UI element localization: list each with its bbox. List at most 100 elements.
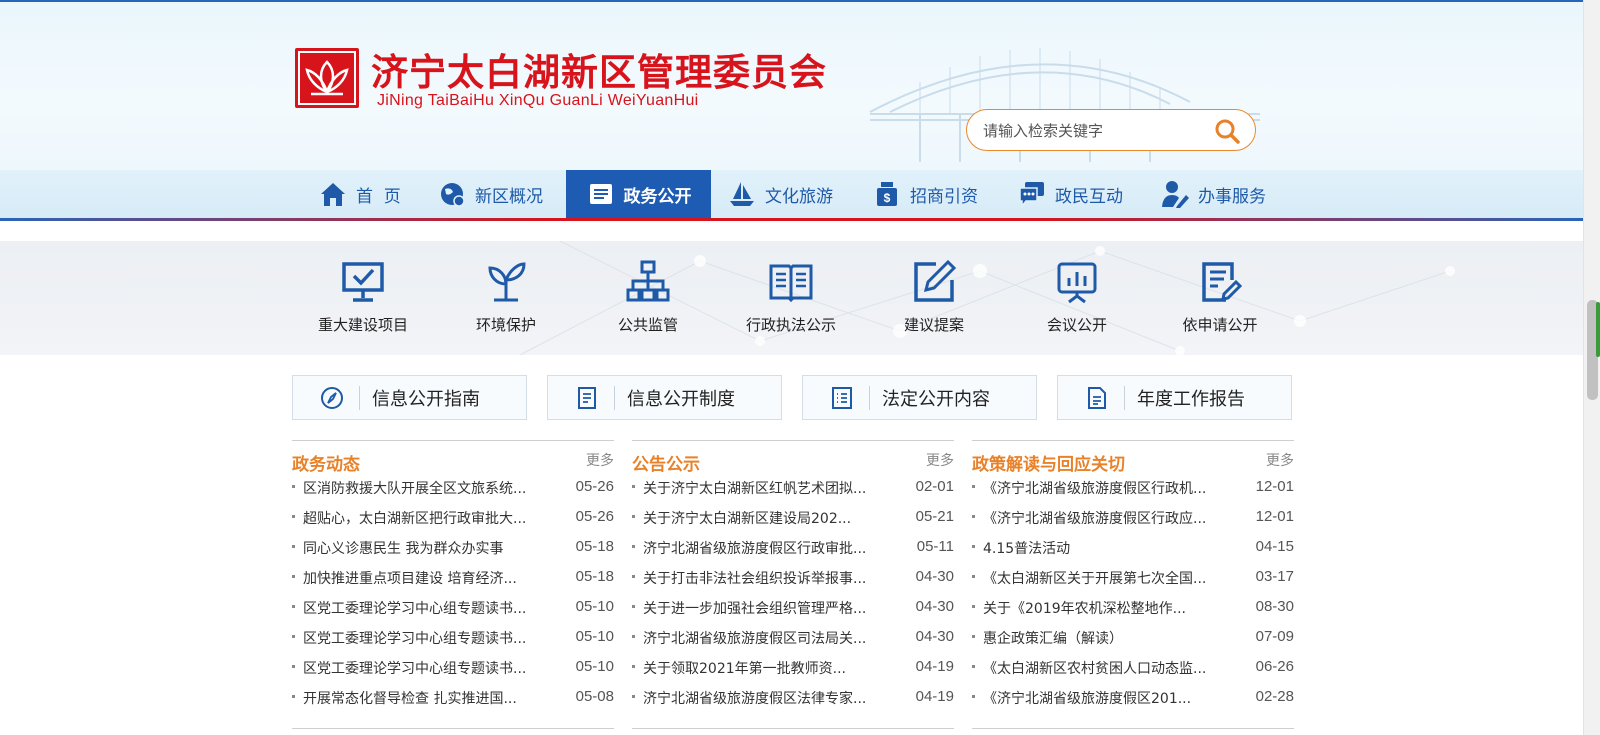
bridge-illustration [869,48,1260,162]
nav-divider [0,218,1583,221]
column-footer-line [292,728,614,729]
list-item[interactable]: 《济宁北湖省级旅游度假区201... 02-28 [972,682,1294,712]
guide-info-disclosure-guide[interactable]: 信息公开指南 [292,375,527,420]
more-link[interactable]: 更多 [926,450,954,470]
presentation-icon [1057,262,1097,304]
list-item[interactable]: 区消防救援大队开展全区文旅系统... 05-26 [292,472,614,502]
list-item[interactable]: 同心义诊惠民生 我为群众办实事 05-18 [292,532,614,562]
band-item-supervision[interactable]: 公共监管 [583,258,713,335]
list-item[interactable]: 《太白湖新区农村贫困人口动态监... 06-26 [972,652,1294,682]
list-item[interactable]: 关于领取2021年第一批教师资... 04-19 [632,652,954,682]
compass-icon [321,386,343,409]
band-item-label: 环境保护 [475,316,536,334]
list-item[interactable]: 关于济宁太白湖新区建设局202... 05-21 [632,502,954,532]
scroll-indicator [1596,302,1600,357]
nav-item-label: 政务公开 [623,186,692,207]
column-header: 公告公示 更多 [632,440,954,475]
list-item[interactable]: 区党工委理论学习中心组专题读书... 05-10 [292,652,614,682]
more-link[interactable]: 更多 [586,450,614,470]
list-item[interactable]: 超贴心，太白湖新区把行政审批大... 05-26 [292,502,614,532]
nav-item-overview[interactable]: 新区概况 [437,170,562,218]
list-icon [832,386,852,409]
news-list: 《济宁北湖省级旅游度假区行政机... 12-01 《济宁北湖省级旅游度假区行政应.… [972,472,1294,712]
news-list: 区消防救援大队开展全区文旅系统... 05-26 超贴心，太白湖新区把行政审批大.… [292,472,614,712]
nav-item-label: 招商引资 [910,186,978,207]
money-bag-icon: $ [877,182,897,206]
nav-item-label: 政民互动 [1055,186,1123,207]
band-item-law-enforcement[interactable]: 行政执法公示 [726,258,856,335]
svg-text:$: $ [884,191,891,205]
band-item-environment[interactable]: 环境保护 [441,258,571,335]
search-box [966,109,1256,151]
guide-statutory-content[interactable]: 法定公开内容 [802,375,1037,420]
guide-label: 信息公开指南 [372,388,480,410]
document-edit-icon [1202,262,1243,302]
document-icon [578,386,596,409]
nav-item-home[interactable]: 首 页 [318,170,418,218]
list-item[interactable]: 关于济宁太白湖新区红帆艺术团拟... 02-01 [632,472,954,502]
news-column-announcements: 公告公示 更多 关于济宁太白湖新区红帆艺术团拟... 02-01 关于济宁太白湖新… [632,440,954,712]
site-title: 济宁太白湖新区管理委员会 [371,51,827,94]
monitor-check-icon [342,262,384,302]
guide-info-disclosure-system[interactable]: 信息公开制度 [547,375,782,420]
band-item-label: 建议提案 [903,316,964,334]
band-item-label: 会议公开 [1046,316,1107,334]
list-item[interactable]: 加快推进重点项目建设 培育经济... 05-18 [292,562,614,592]
nav-item-label: 首 页 [356,186,401,207]
nav-item-services[interactable]: 办事服务 [1160,170,1285,218]
list-item[interactable]: 关于打击非法社会组织投诉举报事... 04-30 [632,562,954,592]
band-item-proposals[interactable]: 建议提案 [869,258,999,335]
list-item[interactable]: 区党工委理论学习中心组专题读书... 05-10 [292,622,614,652]
column-header: 政务动态 更多 [292,440,614,475]
book-icon [769,264,813,303]
column-header: 政策解读与回应关切 更多 [972,440,1294,475]
list-item[interactable]: 《济宁北湖省级旅游度假区行政应... 12-01 [972,502,1294,532]
news-list: 关于济宁太白湖新区红帆艺术团拟... 02-01 关于济宁太白湖新区建设局202.… [632,472,954,712]
search-icon[interactable] [1213,117,1241,145]
band-item-meetings[interactable]: 会议公开 [1012,258,1142,335]
nav-item-gov-affairs[interactable]: 政务公开 [566,170,711,218]
sprout-icon [488,262,526,302]
nav-item-label: 新区概况 [475,186,543,207]
guide-separator [614,385,615,410]
list-item[interactable]: 济宁北湖省级旅游度假区法律专家... 04-19 [632,682,954,712]
edit-icon [914,259,957,302]
chat-icon [1019,182,1044,209]
band-item-major-projects[interactable]: 重大建设项目 [298,258,428,335]
list-item[interactable]: 开展常态化督导检查 扎实推进国... 05-08 [292,682,614,712]
band-item-label: 依申请公开 [1182,316,1258,334]
band-item-label: 行政执法公示 [745,316,836,334]
list-item[interactable]: 济宁北湖省级旅游度假区行政审批... 05-11 [632,532,954,562]
band-item-on-request[interactable]: 依申请公开 [1155,258,1285,335]
news-column-gov-updates: 政务动态 更多 区消防救援大队开展全区文旅系统... 05-26 超贴心，太白湖新… [292,440,614,712]
user-edit-icon [1162,181,1189,208]
list-item[interactable]: 4.15普法活动 04-15 [972,532,1294,562]
column-footer-line [972,728,1294,729]
news-column-policy-interpretation: 政策解读与回应关切 更多 《济宁北湖省级旅游度假区行政机... 12-01 《济宁… [972,440,1294,712]
page-scrollbar[interactable] [1583,0,1600,735]
list-item[interactable]: 区党工委理论学习中心组专题读书... 05-10 [292,592,614,622]
org-chart-icon [626,260,670,302]
nav-item-investment[interactable]: $ 招商引资 [872,170,997,218]
file-icon [1088,386,1106,409]
list-item[interactable]: 惠企政策汇编（解读） 07-09 [972,622,1294,652]
search-input[interactable] [983,119,1203,143]
list-item[interactable]: 《济宁北湖省级旅游度假区行政机... 12-01 [972,472,1294,502]
list-item[interactable]: 《太白湖新区关于开展第七次全国... 03-17 [972,562,1294,592]
nav-item-culture-tourism[interactable]: 文化旅游 [727,170,852,218]
globe-icon [441,183,465,207]
list-item[interactable]: 关于进一步加强社会组织管理严格... 04-30 [632,592,954,622]
site-logo[interactable] [295,48,359,108]
column-footer-line [632,728,954,729]
nav-item-interaction[interactable]: 政民互动 [1017,170,1142,218]
site-header: 济宁太白湖新区管理委员会 JiNing TaiBaiHu XinQu GuanL… [0,0,1583,170]
guide-label: 法定公开内容 [882,388,990,410]
guide-annual-report[interactable]: 年度工作报告 [1057,375,1292,420]
list-item[interactable]: 关于《2019年农机深松整地作... 08-30 [972,592,1294,622]
more-link[interactable]: 更多 [1266,450,1294,470]
guide-separator [1124,385,1125,410]
band-item-label: 重大建设项目 [317,316,408,334]
guide-label: 年度工作报告 [1137,388,1245,410]
boat-icon [730,182,754,206]
list-item[interactable]: 济宁北湖省级旅游度假区司法局关... 04-30 [632,622,954,652]
